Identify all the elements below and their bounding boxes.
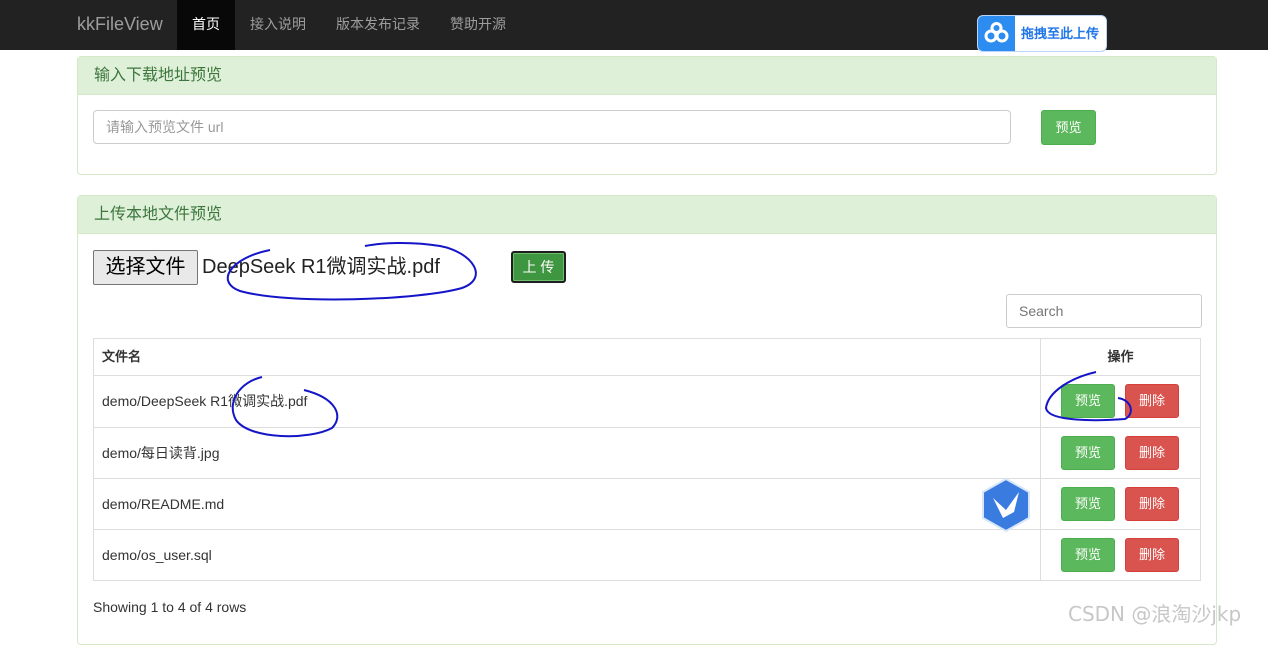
chosen-file-name: DeepSeek R1微调实战.pdf: [202, 256, 440, 278]
url-panel-heading: 输入下载地址预览: [78, 57, 1216, 95]
search-input[interactable]: [1006, 294, 1202, 328]
file-name-cell: demo/DeepSeek R1微调实战.pdf: [94, 376, 1041, 427]
column-header-filename[interactable]: 文件名: [94, 339, 1041, 375]
table-row: demo/DeepSeek R1微调实战.pdf 预览 删除: [94, 376, 1200, 427]
table-row: demo/README.md 预览 删除: [94, 478, 1200, 529]
csdn-watermark: CSDN @浪淘沙jkp: [1068, 602, 1242, 626]
table-header-row: 文件名 操作: [94, 339, 1200, 376]
row-delete-button[interactable]: 删除: [1125, 384, 1179, 418]
url-preview-panel: 输入下载地址预览 预览: [77, 56, 1217, 175]
row-preview-button[interactable]: 预览: [1061, 384, 1115, 418]
table-row: demo/os_user.sql 预览 删除: [94, 529, 1200, 580]
upload-preview-panel: 上传本地文件预览 选择文件 DeepSeek R1微调实战.pdf 上 传 文件…: [77, 195, 1217, 645]
drag-upload-label: 拖拽至此上传: [1021, 26, 1100, 41]
nav-integration-guide[interactable]: 接入说明: [235, 0, 321, 50]
pagination-info: Showing 1 to 4 of 4 rows: [93, 599, 247, 615]
drag-upload-widget[interactable]: 拖拽至此上传: [977, 15, 1107, 52]
upload-button[interactable]: 上 传: [511, 251, 566, 283]
table-row: demo/每日读背.jpg 预览 删除: [94, 427, 1200, 478]
row-preview-button[interactable]: 预览: [1061, 436, 1115, 470]
row-delete-button[interactable]: 删除: [1125, 538, 1179, 572]
file-name-cell: demo/README.md: [94, 479, 1041, 529]
row-delete-button[interactable]: 删除: [1125, 436, 1179, 470]
nav-sponsor[interactable]: 赞助开源: [435, 0, 521, 50]
brand-logo[interactable]: kkFileView: [77, 0, 163, 50]
file-table: 文件名 操作 demo/DeepSeek R1微调实战.pdf 预览 删除 de…: [93, 338, 1201, 581]
column-header-actions: 操作: [1107, 349, 1134, 364]
upload-panel-heading: 上传本地文件预览: [78, 196, 1216, 234]
nav-release-notes[interactable]: 版本发布记录: [321, 0, 435, 50]
nav-home[interactable]: 首页: [177, 0, 235, 50]
file-name-cell: demo/os_user.sql: [94, 530, 1041, 580]
cloud-drive-icon: [978, 16, 1015, 51]
url-preview-button[interactable]: 预览: [1041, 110, 1096, 145]
choose-file-button[interactable]: 选择文件: [93, 250, 198, 285]
row-preview-button[interactable]: 预览: [1061, 487, 1115, 521]
row-delete-button[interactable]: 删除: [1125, 487, 1179, 521]
row-preview-button[interactable]: 预览: [1061, 538, 1115, 572]
floating-assistant-icon[interactable]: [981, 477, 1031, 533]
file-name-cell: demo/每日读背.jpg: [94, 428, 1041, 478]
url-input[interactable]: [93, 110, 1011, 144]
